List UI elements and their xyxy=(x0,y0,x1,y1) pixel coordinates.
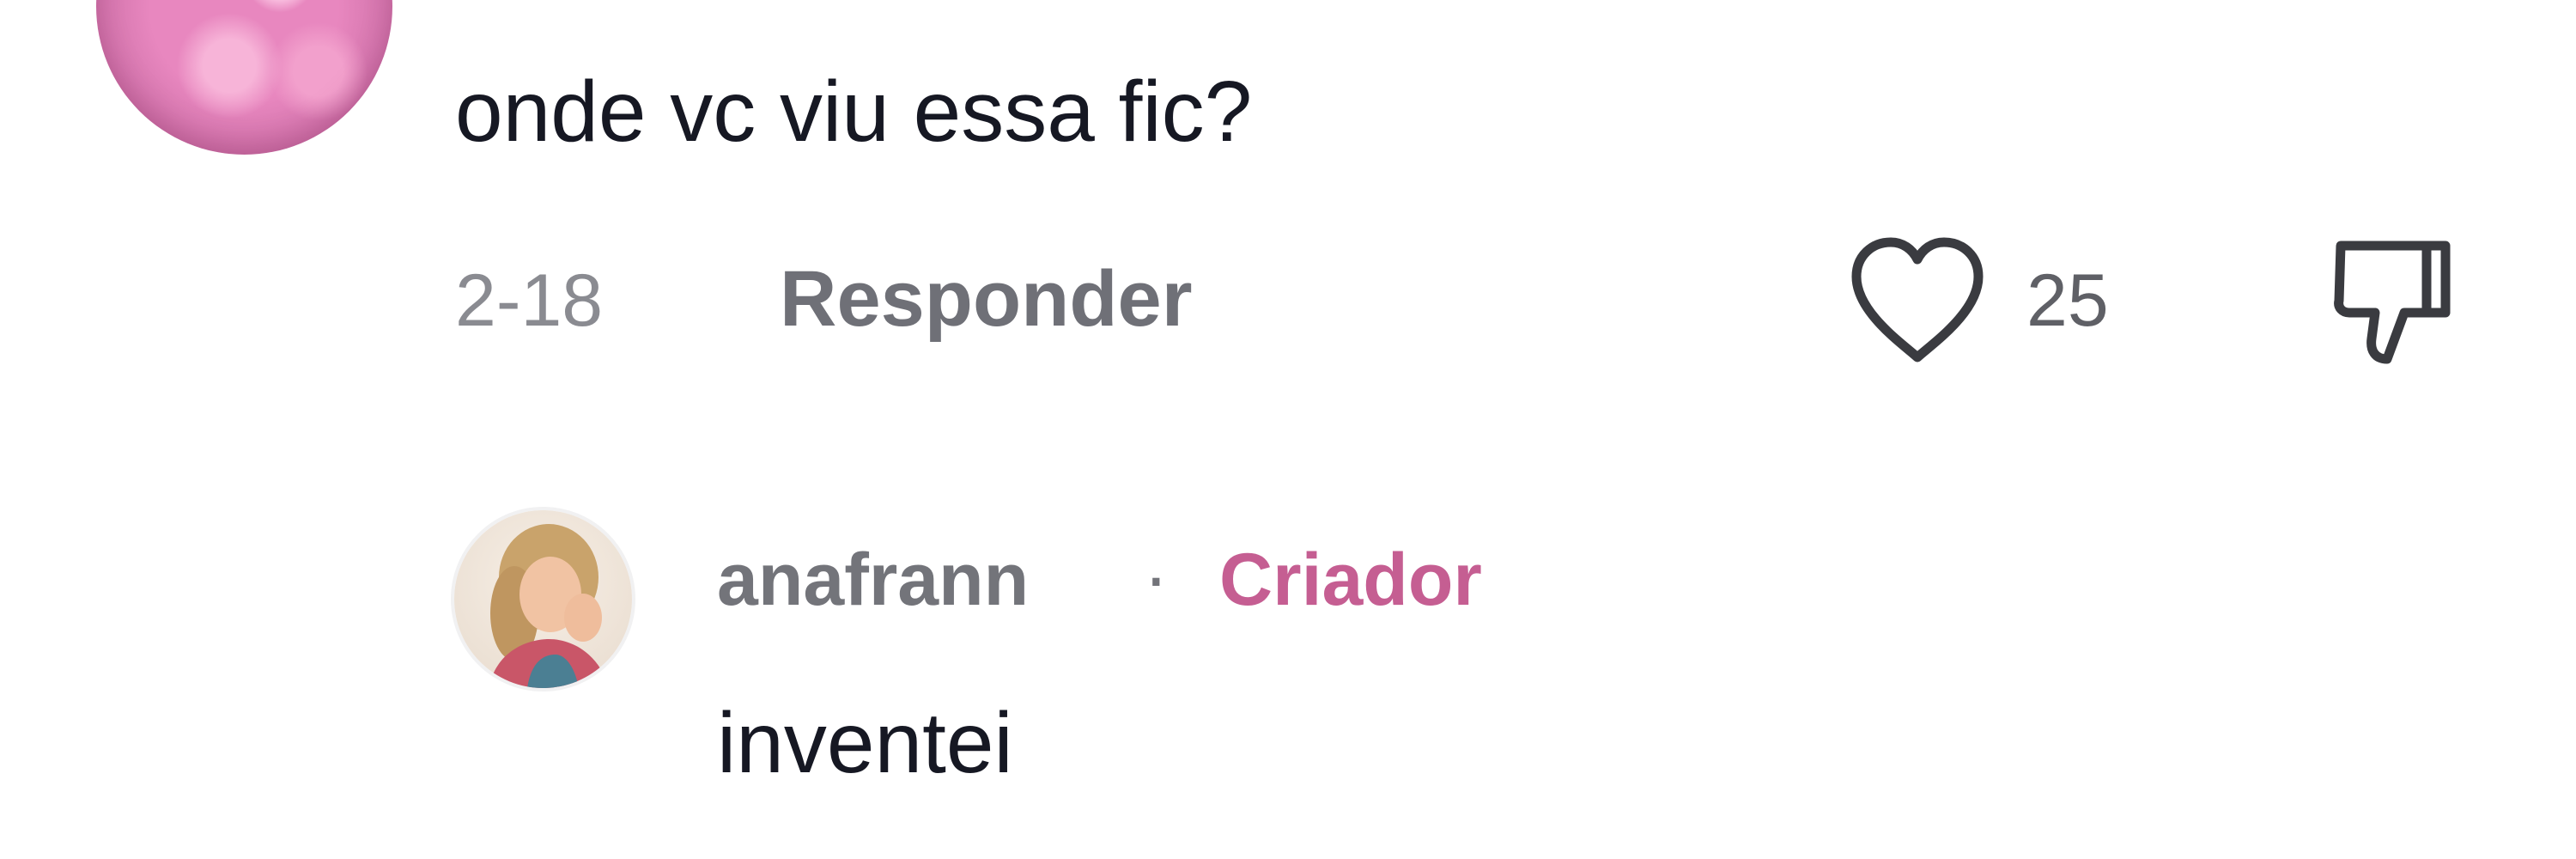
thumbs-down-icon xyxy=(2334,241,2451,364)
creator-avatar[interactable] xyxy=(451,507,635,691)
like-count: 25 xyxy=(2026,259,2109,342)
reply-text: inventei xyxy=(717,695,1013,791)
comment-thread: onde vc viu essa fic? 2-18 Responder 25 xyxy=(0,0,2576,859)
like-button[interactable] xyxy=(1844,230,1990,368)
creator-badge: Criador xyxy=(1219,539,1482,621)
separator-dot: · xyxy=(1144,536,1169,618)
reply-username[interactable]: anafrann xyxy=(717,537,1029,623)
commenter-avatar[interactable] xyxy=(96,0,392,155)
comment-date: 2-18 xyxy=(455,259,604,342)
heart-icon xyxy=(1851,237,1984,362)
comment-text: onde vc viu essa fic? xyxy=(455,64,1253,160)
reply-button[interactable]: Responder xyxy=(780,256,1193,342)
creator-avatar-image xyxy=(454,510,632,688)
dislike-button[interactable] xyxy=(2325,230,2463,376)
